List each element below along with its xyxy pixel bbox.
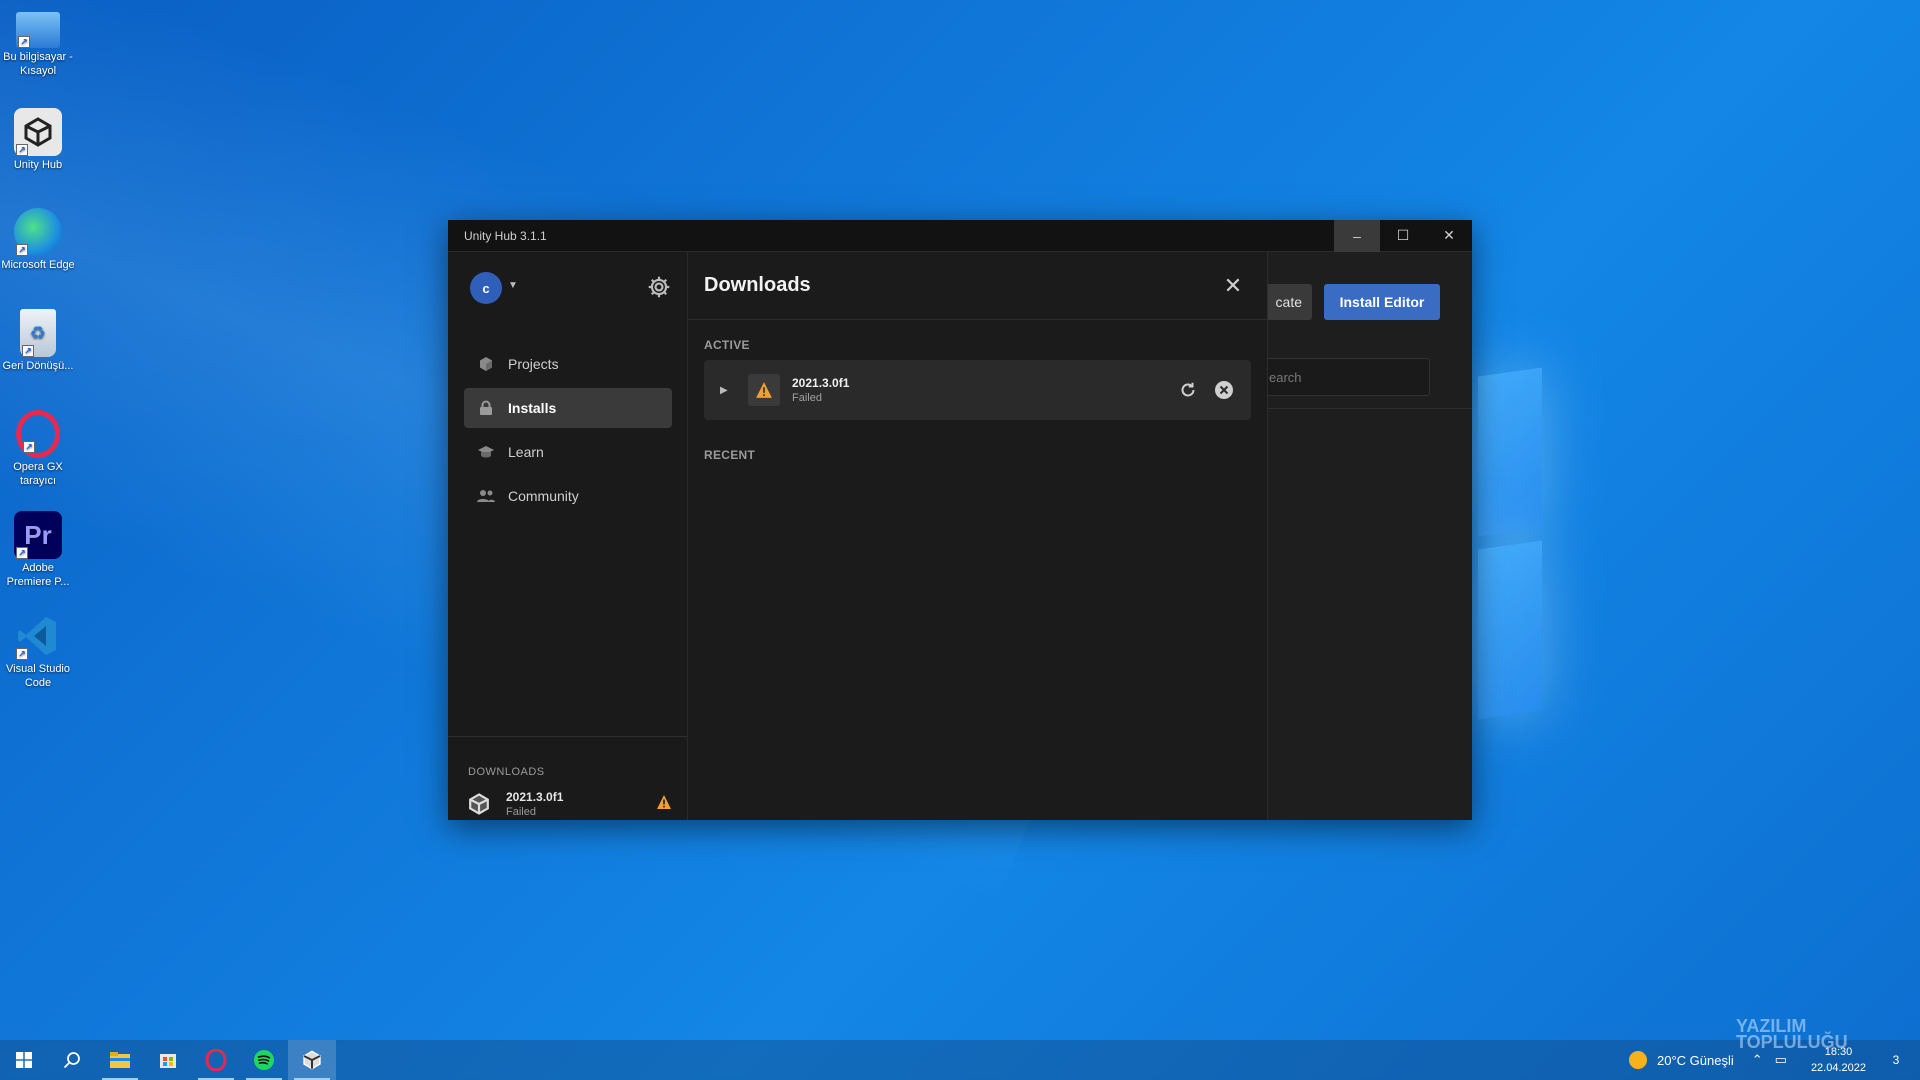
sidebar-download-item[interactable]: 2021.3.0f1 Failed <box>468 788 672 820</box>
gear-icon[interactable] <box>646 274 672 300</box>
locate-button[interactable]: cate <box>1268 284 1312 320</box>
cube-icon <box>476 354 496 374</box>
people-icon <box>476 486 496 506</box>
unity-icon: ↗ <box>14 108 62 156</box>
avatar[interactable]: c <box>470 272 502 304</box>
spotify-icon[interactable] <box>240 1040 288 1080</box>
chevron-up-icon[interactable]: ⌃ <box>1752 1052 1763 1068</box>
desktop-icon-opera-gx[interactable]: ↗ Opera GX tarayıcı <box>0 402 76 488</box>
watermark-line: TOPLULUĞU <box>1736 1032 1848 1052</box>
downloads-panel-header: Downloads ✕ <box>688 252 1267 320</box>
watermark-logo: YAZILIM TOPLULUĞU <box>1736 1017 1848 1052</box>
desktop-icon-label: Geri Dönüşü... <box>2 360 74 372</box>
sidebar-item-label: Installs <box>508 400 557 416</box>
sidebar-item-learn[interactable]: Learn <box>464 432 672 472</box>
desktop-icon-label: Unity Hub <box>13 159 63 171</box>
sidebar-item-label: Projects <box>508 356 559 372</box>
unity-icon <box>468 793 490 815</box>
desktop-icon-label: Adobe Premiere P... <box>6 562 70 588</box>
sun-icon <box>1628 1051 1647 1069</box>
windows-icon <box>16 1052 32 1068</box>
sidebar-item-installs[interactable]: Installs <box>464 388 672 428</box>
lock-icon <box>476 398 496 418</box>
edge-icon: ↗ <box>14 208 62 256</box>
premiere-glyph: Pr <box>24 520 52 550</box>
taskbar: 20°C Güneşli ⌃ ▭ 18:30 22.04.2022 3 <box>0 1040 1920 1080</box>
weather-widget[interactable]: 20°C Güneşli <box>1628 1051 1734 1069</box>
desktop-icon-vscode[interactable]: ↗ Visual Studio Code <box>0 604 76 690</box>
opera-icon[interactable] <box>192 1040 240 1080</box>
download-version: 2021.3.0f1 <box>506 790 564 804</box>
desktop-icon-premiere[interactable]: Pr ↗ Adobe Premiere P... <box>0 503 76 589</box>
close-window-button[interactable]: ✕ <box>1426 220 1472 252</box>
graduation-cap-icon <box>476 442 496 462</box>
install-editor-button[interactable]: Install Editor <box>1324 284 1440 320</box>
download-status: Failed <box>792 392 822 404</box>
close-icon[interactable]: ✕ <box>1211 264 1255 308</box>
start-button[interactable] <box>0 1040 48 1080</box>
windows-logo-pane-bottom <box>1478 540 1542 720</box>
installs-page: cate Install Editor earch <box>1268 252 1472 820</box>
unity-hub-window: Unity Hub 3.1.1 – ☐ ✕ cate Install Edito… <box>448 219 1472 820</box>
warning-icon <box>748 374 780 406</box>
recent-section-label: RECENT <box>704 448 756 462</box>
desktop-icon-recycle-bin[interactable]: ♻ ↗ Geri Dönüşü... <box>0 301 76 373</box>
windows-logo-pane-top <box>1478 367 1542 537</box>
downloads-header: DOWNLOADS <box>468 766 545 778</box>
weather-text: 20°C Güneşli <box>1656 1052 1734 1068</box>
file-explorer-icon[interactable] <box>96 1040 144 1080</box>
chevron-right-icon[interactable]: ▶ <box>720 385 740 396</box>
clock-date: 22.04.2022 <box>1810 1062 1866 1074</box>
active-download-item[interactable]: ▶ 2021.3.0f1 Failed <box>704 360 1251 420</box>
notification-center-button[interactable]: 3 <box>1882 1046 1910 1074</box>
unity-hub-taskbar-icon[interactable] <box>288 1040 336 1080</box>
search-icon[interactable] <box>48 1040 96 1080</box>
notification-count: 3 <box>1892 1053 1900 1067</box>
retry-icon[interactable] <box>1173 375 1203 405</box>
page-title: Downloads <box>704 274 811 296</box>
vscode-icon: ↗ <box>14 612 62 660</box>
premiere-icon: Pr ↗ <box>14 511 62 559</box>
download-version: 2021.3.0f1 <box>792 376 850 390</box>
divider <box>448 736 687 737</box>
maximize-button[interactable]: ☐ <box>1380 220 1426 252</box>
divider <box>1268 408 1472 409</box>
warning-icon <box>656 794 672 815</box>
desktop-icon-edge[interactable]: ↗ Microsoft Edge <box>0 200 76 272</box>
network-icon[interactable]: ▭ <box>1775 1052 1787 1068</box>
window-title: Unity Hub 3.1.1 <box>464 228 547 243</box>
desktop-icon-label: Visual Studio Code <box>5 663 70 689</box>
sidebar-item-label: Learn <box>508 444 544 460</box>
sidebar-item-community[interactable]: Community <box>464 476 672 516</box>
cancel-download-icon[interactable] <box>1209 375 1239 405</box>
search-input[interactable]: earch <box>1268 358 1430 396</box>
minimize-button[interactable]: – <box>1334 219 1380 252</box>
sidebar-item-label: Community <box>508 488 579 504</box>
computer-icon: ↗ <box>16 12 60 48</box>
download-status: Failed <box>506 806 536 818</box>
sidebar: c ▼ Projects Installs Learn Community DO… <box>448 252 688 820</box>
sidebar-nav: Projects Installs Learn Community <box>464 344 672 520</box>
desktop-icon-this-pc[interactable]: ↗ Bu bilgisayar - Kısayol <box>0 2 76 78</box>
desktop-icon-label: Microsoft Edge <box>1 259 75 271</box>
desktop-icon-label: Bu bilgisayar - Kısayol <box>3 51 73 77</box>
active-section-label: ACTIVE <box>704 338 750 352</box>
sidebar-item-projects[interactable]: Projects <box>464 344 672 384</box>
downloads-panel: Downloads ✕ ACTIVE ▶ 2021.3.0f1 Failed R… <box>688 252 1268 820</box>
store-icon[interactable] <box>144 1040 192 1080</box>
desktop-icon-label: Opera GX tarayıcı <box>13 461 63 487</box>
chevron-down-icon[interactable]: ▼ <box>508 280 518 291</box>
title-bar[interactable]: Unity Hub 3.1.1 – ☐ ✕ <box>448 219 1472 252</box>
opera-icon: ↗ <box>16 410 60 458</box>
recycle-bin-icon: ♻ ↗ <box>20 309 56 357</box>
desktop-icon-unity-hub[interactable]: ↗ Unity Hub <box>0 100 76 172</box>
